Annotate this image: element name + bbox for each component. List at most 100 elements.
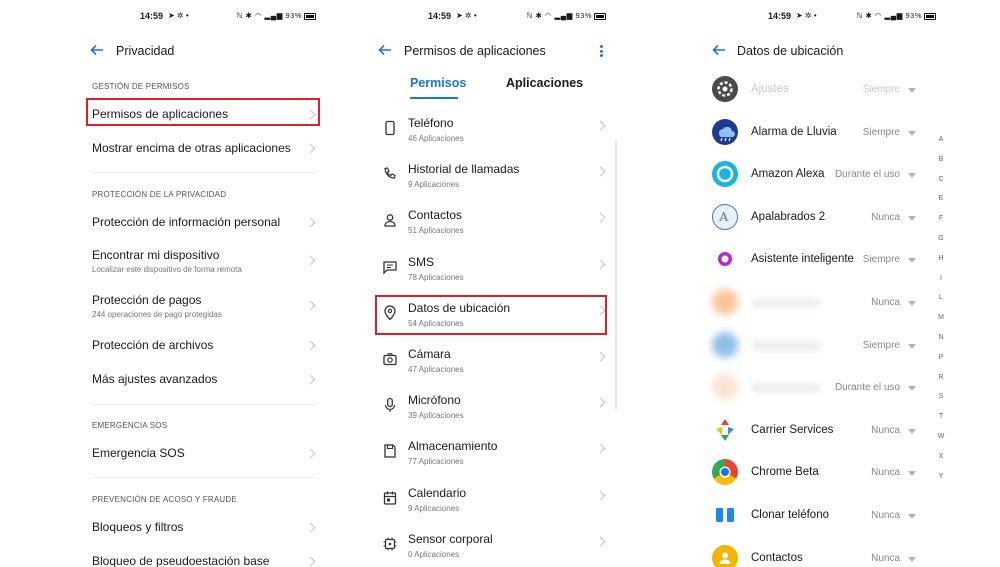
- menu-item-advanced-settings[interactable]: Más ajustes avanzados: [92, 372, 316, 386]
- menu-item-payment-protection[interactable]: Protección de pagos 244 operaciones de p…: [92, 293, 316, 319]
- menu-item-label: Mostrar encima de otras aplicaciones: [92, 141, 291, 155]
- index-letter[interactable]: E: [936, 195, 946, 215]
- location-access-value[interactable]: Nunca: [871, 297, 900, 308]
- index-letter[interactable]: X: [936, 453, 946, 473]
- app-location-row[interactable]: Nunca: [712, 289, 936, 329]
- index-letter[interactable]: S: [936, 393, 946, 413]
- app-location-row[interactable]: A Apalabrados 2 Nunca: [712, 203, 936, 244]
- dropdown-arrow-icon[interactable]: [908, 215, 916, 221]
- index-letter[interactable]: W: [936, 433, 946, 453]
- more-options-icon[interactable]: [600, 45, 604, 57]
- location-access-value[interactable]: Siempre: [863, 254, 900, 265]
- permission-item[interactable]: Teléfono 46 Aplicaciones: [380, 116, 606, 156]
- location-access-value[interactable]: Durante el uso: [835, 169, 900, 180]
- alphabet-index[interactable]: ABCEFGHILMNPRSTWXY: [936, 136, 946, 492]
- tab-applications[interactable]: Aplicaciones: [506, 76, 583, 90]
- permission-label: Historial de llamadas: [408, 162, 520, 177]
- location-access-value[interactable]: Siempre: [863, 84, 900, 95]
- app-location-row[interactable]: Siempre: [712, 331, 936, 372]
- app-location-row[interactable]: Ajustes Siempre: [712, 76, 936, 116]
- menu-item-display-over-apps[interactable]: Mostrar encima de otras aplicaciones: [92, 141, 316, 155]
- menu-item-blocks-filters[interactable]: Bloqueos y filtros: [92, 520, 316, 534]
- status-time: 14:59: [428, 11, 452, 21]
- back-arrow-icon[interactable]: [378, 43, 392, 57]
- location-access-value[interactable]: Nunca: [871, 425, 900, 436]
- location-access-value[interactable]: Nunca: [871, 510, 900, 521]
- index-letter[interactable]: G: [936, 235, 946, 255]
- app-location-row[interactable]: Durante el uso: [712, 374, 936, 414]
- location-access-value[interactable]: Siempre: [863, 127, 900, 138]
- dropdown-arrow-icon[interactable]: [908, 258, 916, 264]
- menu-item-find-my-device[interactable]: Encontrar mi dispositivo Localizar este …: [92, 248, 316, 274]
- location-access-value[interactable]: Nunca: [871, 212, 900, 223]
- dropdown-arrow-icon[interactable]: [908, 514, 916, 519]
- location-access-value[interactable]: Durante el uso: [835, 382, 900, 393]
- index-letter[interactable]: A: [936, 136, 946, 156]
- dropdown-arrow-icon[interactable]: [908, 343, 916, 349]
- permission-item[interactable]: Sensor corporal 0 Aplicaciones: [380, 532, 606, 567]
- dropdown-arrow-icon[interactable]: [908, 88, 916, 93]
- menu-item-emergency-sos[interactable]: Emergencia SOS: [92, 446, 316, 460]
- permission-item[interactable]: Cámara 47 Aplicaciones: [380, 347, 606, 387]
- dropdown-arrow-icon[interactable]: [908, 556, 916, 562]
- status-time: 14:59: [140, 11, 164, 21]
- permission-item[interactable]: Historial de llamadas 9 Aplicaciones: [380, 162, 606, 202]
- battery-percent: 93%: [905, 11, 922, 20]
- app-name: Chrome Beta: [751, 466, 819, 479]
- dropdown-arrow-icon[interactable]: [908, 173, 916, 179]
- app-location-row[interactable]: Amazon Alexa Durante el uso: [712, 161, 936, 201]
- menu-item-file-protection[interactable]: Protección de archivos: [92, 338, 316, 352]
- app-bar: Privacidad: [72, 40, 330, 62]
- location-access-value[interactable]: Nunca: [871, 553, 900, 564]
- app-location-row[interactable]: Contactos Nunca: [712, 544, 936, 567]
- index-letter[interactable]: R: [936, 374, 946, 394]
- permission-app-count: 9 Aplicaciones: [408, 503, 460, 513]
- location-data-screen: 14:59 ➤ ✲ • ℕ ✱ ◠ ▂▄▆ 93% Datos de ubica…: [700, 0, 950, 567]
- highlight-box: [86, 98, 320, 126]
- permission-item[interactable]: Contactos 51 Aplicaciones: [380, 208, 606, 248]
- index-letter[interactable]: B: [936, 156, 946, 176]
- contacts-app-icon: [712, 544, 738, 567]
- app-location-row[interactable]: Alarma de Lluvia Siempre: [712, 118, 936, 159]
- scrollbar[interactable]: [615, 140, 617, 410]
- index-letter[interactable]: F: [936, 215, 946, 235]
- dropdown-arrow-icon[interactable]: [908, 301, 916, 306]
- index-letter[interactable]: C: [936, 176, 946, 196]
- menu-item-fake-base-station-block[interactable]: Bloqueo de pseudoestación base: [92, 554, 316, 567]
- dropdown-arrow-icon[interactable]: [908, 386, 916, 392]
- tab-permissions[interactable]: Permisos: [410, 76, 466, 90]
- permission-item[interactable]: Calendario 9 Aplicaciones: [380, 486, 606, 526]
- dropdown-arrow-icon[interactable]: [908, 471, 916, 477]
- menu-item-label: Encontrar mi dispositivo: [92, 248, 220, 262]
- section-header: PROTECCIÓN DE LA PRIVACIDAD: [92, 190, 227, 199]
- location-access-value[interactable]: Nunca: [871, 467, 900, 478]
- permission-item[interactable]: Micrófono 39 Aplicaciones: [380, 393, 606, 433]
- chevron-right-icon: [595, 397, 606, 408]
- dropdown-arrow-icon[interactable]: [908, 428, 916, 434]
- index-letter[interactable]: T: [936, 413, 946, 433]
- index-letter[interactable]: P: [936, 354, 946, 374]
- index-letter[interactable]: M: [936, 314, 946, 334]
- status-bar: 14:59 ➤ ✲ • ℕ ✱ ◠ ▂▄▆ 93%: [700, 11, 950, 23]
- index-letter[interactable]: L: [936, 294, 946, 314]
- index-letter[interactable]: I: [936, 275, 946, 295]
- app-location-row[interactable]: Asistente inteligente Siempre: [712, 246, 936, 286]
- app-permissions-screen: 14:59 ➤ ✲ • ℕ ✱ ◠ ▂▄▆ 93% Permisos de ap…: [360, 0, 620, 567]
- location-access-value[interactable]: Siempre: [863, 340, 900, 351]
- index-letter[interactable]: Y: [936, 473, 946, 493]
- app-location-row[interactable]: Chrome Beta Nunca: [712, 459, 936, 499]
- index-letter[interactable]: N: [936, 334, 946, 354]
- back-arrow-icon[interactable]: [90, 43, 104, 57]
- dropdown-arrow-icon[interactable]: [908, 130, 916, 136]
- app-location-row[interactable]: Clonar teléfono Nunca: [712, 502, 936, 542]
- app-location-row[interactable]: Carrier Services Nunca: [712, 417, 936, 457]
- back-arrow-icon[interactable]: [712, 43, 726, 57]
- permission-item[interactable]: SMS 78 Aplicaciones: [380, 255, 606, 295]
- contacts-icon: [384, 214, 396, 228]
- page-title: Privacidad: [116, 44, 175, 58]
- menu-item-personal-info-protection[interactable]: Protección de información personal: [92, 215, 316, 229]
- blurred-app-icon: [712, 331, 738, 358]
- permission-label: Almacenamiento: [408, 439, 498, 454]
- permission-item[interactable]: Almacenamiento 77 Aplicaciones: [380, 439, 606, 479]
- index-letter[interactable]: H: [936, 255, 946, 275]
